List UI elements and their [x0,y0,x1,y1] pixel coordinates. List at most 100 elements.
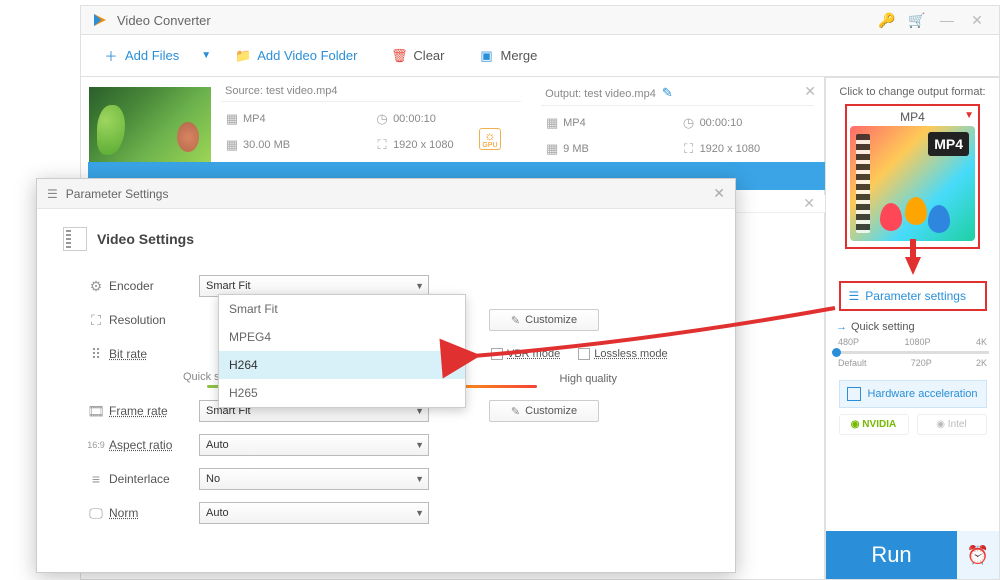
encoder-dropdown[interactable]: Smart Fit MPEG4 H264 H265 [218,294,466,408]
out-duration: 00:00:10 [700,117,743,129]
cart-icon[interactable]: 🛒 [905,8,929,32]
remove-file-icon[interactable]: ✕ [804,83,816,100]
source-meta: Source: test video.mp4 ▦MP4 ◷00:00:10 ▦3… [211,77,531,172]
merge-label: Merge [501,48,538,63]
clock-icon: ◷ [678,115,700,131]
trash-icon: 🗑 [391,48,407,64]
resolution-icon: ⛶ [678,141,700,157]
source-header: Source: test video.mp4 [221,83,521,102]
encoder-option[interactable]: H264 [219,351,465,379]
add-folder-button[interactable]: 📁 Add Video Folder [223,42,369,70]
merge-button[interactable]: ▣ Merge [467,42,550,70]
sliders-icon: ☰ [47,187,58,201]
video-settings-header: Video Settings [63,227,709,251]
dialog-close-icon[interactable]: ✕ [713,185,725,202]
film-icon [63,227,87,251]
quality-label: High quality [560,373,617,385]
clear-label: Clear [413,48,444,63]
encoder-option[interactable]: MPEG4 [219,323,465,351]
close-icon[interactable]: ✕ [803,195,815,212]
norm-field: 🖵 Norm Auto▼ [83,496,709,530]
hw-label: Hardware acceleration [867,388,977,400]
output-panel: Click to change output format: ▼ MP4 MP4… [825,77,1000,580]
vbr-label: VBR mode [507,348,560,360]
expand-icon: ⛶ [83,312,109,329]
output-header: Output: test video.mp4 ✎ [541,83,814,106]
deinterlace-select[interactable]: No ▼ [199,468,429,490]
intel-badge: ◉ Intel [917,414,987,435]
customize-resolution-button[interactable]: ✎Customize [489,309,599,331]
aspect-value: Auto [206,439,229,451]
close-icon[interactable]: ✕ [965,8,989,32]
lossless-checkbox[interactable] [578,348,590,360]
deinterlace-field: ≡ Deinterlace No▼ [83,462,709,496]
encoder-option[interactable]: Smart Fit [219,295,465,323]
output-format-box[interactable]: ▼ MP4 MP4 [845,104,980,249]
film-icon: 🎞 [83,403,109,420]
dialog-titlebar: ☰ Parameter Settings ✕ [37,179,735,209]
gpu-badge: GPU [479,128,501,150]
customize-label: Customize [525,405,577,417]
output-header-text: Output: test video.mp4 [545,88,656,100]
file-row: Source: test video.mp4 ▦MP4 ◷00:00:10 ▦3… [81,77,824,172]
vbr-checkbox[interactable] [491,348,503,360]
add-files-button[interactable]: ＋ Add Files [91,42,191,70]
norm-select[interactable]: Auto▼ [199,502,429,524]
run-button[interactable]: Run [826,531,957,579]
mark: 720P [911,358,932,368]
src-res: 1920 x 1080 [393,139,454,151]
monitor-icon: 🖵 [83,505,109,522]
chevron-down-icon: ▼ [415,474,424,484]
gpu-label: GPU [482,142,497,149]
parameter-settings-button[interactable]: ☰ Parameter settings [839,281,987,311]
folder-icon: 📁 [235,48,251,64]
mark: 4K [976,337,987,347]
alarm-button[interactable]: ⏰ [957,531,999,579]
out-size: 9 MB [563,143,589,155]
pencil-icon: ✎ [511,314,520,327]
framerate-label: Frame rate [109,404,199,418]
aspect-select[interactable]: Auto ▼ [199,434,429,456]
plus-icon: ＋ [103,48,119,64]
mark: Default [838,358,867,368]
lossless-label: Lossless mode [594,348,667,360]
run-label: Run [871,542,911,568]
chevron-down-icon: ▼ [964,110,974,121]
dialog-title: Parameter Settings [66,187,169,201]
out-res: 1920 x 1080 [700,143,761,155]
toolbar: ＋ Add Files ▼ 📁 Add Video Folder 🗑 Clear… [80,35,1000,77]
customize-framerate-button[interactable]: ✎Customize [489,400,599,422]
hardware-acceleration-button[interactable]: Hardware acceleration [839,380,987,408]
deinterlace-label: Deinterlace [109,472,199,486]
resolution-label: Resolution [109,313,199,327]
slider-marks-bottom: Default 720P 2K [836,358,989,368]
chevron-down-icon: ▼ [415,281,424,291]
section-title: Video Settings [97,231,194,247]
key-icon[interactable]: 🔑 [875,8,899,32]
format-icon: ▦ [541,115,563,131]
format-icon: ▦ [221,111,243,127]
dropdown-caret-icon[interactable]: ▼ [201,50,211,61]
encoder-label: Encoder [109,279,199,293]
app-title: Video Converter [117,13,211,28]
chip-icon [847,387,861,401]
quality-slider[interactable] [836,351,989,354]
norm-value: Auto [206,507,229,519]
clear-button[interactable]: 🗑 Clear [379,42,456,70]
aspect-icon: 16:9 [83,440,109,450]
edit-icon[interactable]: ✎ [662,85,673,100]
aspect-label: Aspect ratio [109,438,199,452]
minimize-icon[interactable]: — [935,8,959,32]
norm-label: Norm [109,506,199,520]
add-folder-label: Add Video Folder [257,48,357,63]
bitrate-options: VBR mode Lossless mode [491,348,668,360]
video-thumbnail[interactable] [89,87,211,162]
size-icon: ▦ [221,137,243,153]
encoder-option[interactable]: H265 [219,379,465,407]
output-meta: Output: test video.mp4✎ ▦MP4 ◷00:00:10 ▦… [531,77,824,172]
deinterlace-value: No [206,473,220,485]
bitrate-label: Bit rate [109,347,199,361]
format-title: MP4 [849,108,976,126]
format-preview-image: MP4 [850,126,975,241]
chevron-down-icon: ▼ [415,440,424,450]
